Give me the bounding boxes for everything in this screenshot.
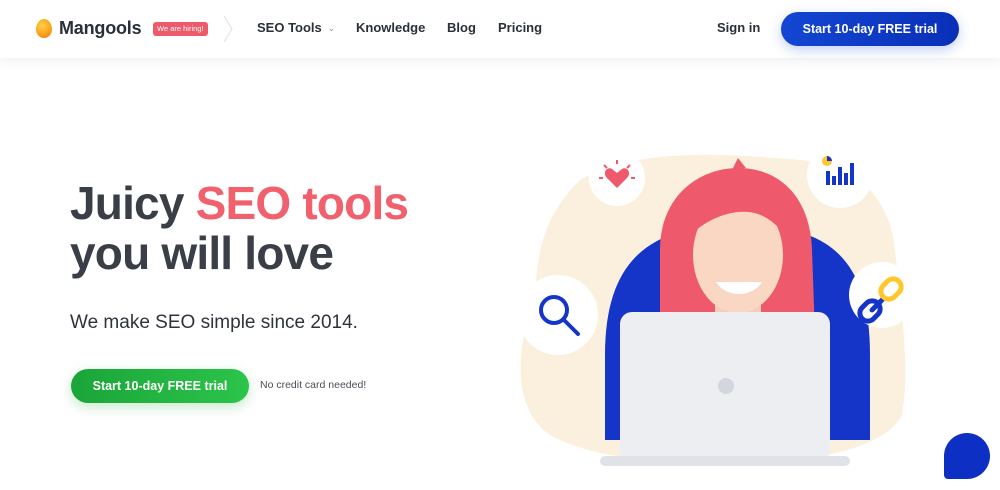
top-navbar: Mangools We are hiring! SEO Tools ⌄ Knowl…	[0, 0, 1000, 58]
mango-logo-icon	[36, 19, 52, 38]
brand-logo[interactable]: Mangools	[36, 18, 142, 39]
brand-name: Mangools	[59, 18, 142, 38]
chat-widget-button[interactable]	[944, 433, 990, 479]
chevron-down-icon: ⌄	[327, 23, 336, 33]
nav-seo-tools-label: SEO Tools	[257, 20, 322, 35]
hero-title-accent: SEO tools	[195, 177, 409, 229]
nav-seo-tools[interactable]: SEO Tools ⌄	[257, 20, 335, 35]
nav-pricing[interactable]: Pricing	[498, 20, 542, 35]
nav-divider	[222, 15, 234, 43]
sign-in-link[interactable]: Sign in	[717, 20, 760, 35]
hero-subtitle: We make SEO simple since 2014.	[70, 312, 358, 333]
hero-title-part1: Juicy	[70, 177, 196, 229]
start-trial-button-header[interactable]: Start 10-day FREE trial	[781, 12, 959, 46]
start-trial-button-hero[interactable]: Start 10-day FREE trial	[71, 369, 249, 403]
nav-blog[interactable]: Blog	[447, 20, 476, 35]
no-credit-card-note: No credit card needed!	[260, 379, 367, 391]
laptop-logo	[718, 378, 734, 394]
search-bubble	[518, 275, 598, 355]
laptop-shadow	[600, 456, 850, 466]
hiring-badge[interactable]: We are hiring!	[153, 22, 208, 36]
hero-illustration-svg	[518, 142, 915, 466]
hero-title-line2: you will love	[70, 227, 334, 279]
hero-illustration	[510, 140, 920, 480]
nav-knowledge[interactable]: Knowledge	[356, 20, 425, 35]
hero-title: Juicy SEO tools you will love	[70, 177, 409, 279]
